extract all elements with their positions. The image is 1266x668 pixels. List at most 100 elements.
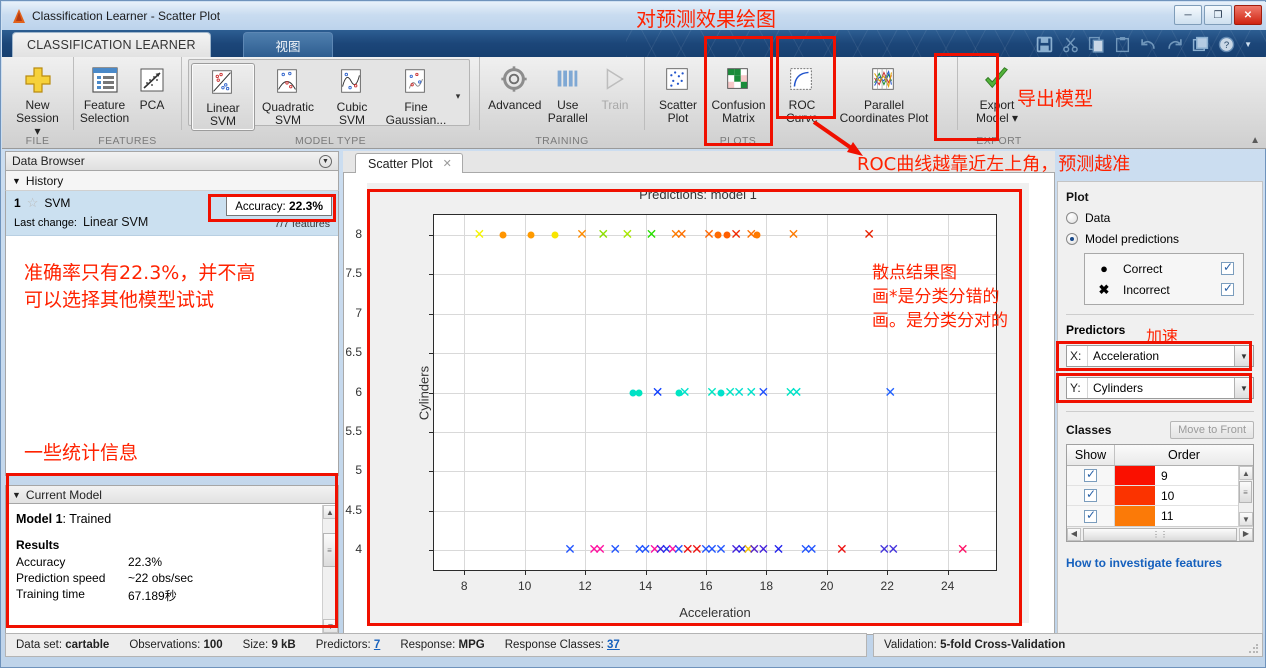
data-point-incorrect: ✕	[564, 542, 576, 559]
chevron-down-icon: ▼	[12, 489, 21, 500]
advanced-button[interactable]: Advanced	[486, 61, 544, 114]
scatter-plot-label: Scatter Plot	[658, 98, 697, 125]
x-axis-tick-label: 16	[699, 579, 713, 593]
y-axis-tick-mark	[429, 471, 434, 473]
scroll-up-icon[interactable]: ▲	[1239, 466, 1253, 480]
quadratic-svm-button[interactable]: Quadratic SVM	[255, 63, 321, 129]
status-item-value: 9 kB	[271, 639, 296, 651]
scroll-thumb[interactable]: ≡	[1239, 481, 1252, 503]
result-key: Prediction speed	[16, 571, 106, 585]
table-row[interactable]: 11	[1067, 506, 1238, 526]
cubic-svm-button[interactable]: Cubic SVM	[321, 63, 383, 129]
ribbon-group-plots: ScatterPlot ConfusionMatrix ROC Curve	[645, 57, 958, 147]
correct-marker-icon: ●	[1100, 261, 1108, 276]
checkbox-correct[interactable]	[1221, 260, 1234, 275]
data-browser-panel: Data Browser ▼ ▼ History 1 ☆ SVM Last ch…	[5, 151, 339, 635]
save-icon[interactable]	[1036, 36, 1053, 53]
history-item-1[interactable]: 1 ☆ SVM Last change: Linear SVM 7/7 feat…	[6, 191, 338, 236]
radio-button-icon[interactable]	[1066, 212, 1078, 224]
history-section-header[interactable]: ▼ History	[5, 171, 339, 191]
x-axis-tick-label: 20	[820, 579, 834, 593]
chevron-down-icon[interactable]: ▼	[1234, 346, 1253, 366]
scroll-down-icon[interactable]: ▼	[323, 619, 338, 633]
scroll-down-icon[interactable]: ▼	[1239, 512, 1253, 526]
gridline-horizontal	[434, 471, 996, 473]
minimize-button[interactable]: ─	[1174, 5, 1202, 25]
data-point-incorrect: ✕	[733, 384, 746, 401]
annotation-scatter-line3: 画。是分类分对的	[872, 311, 1008, 331]
annotation-stats: 一些统计信息	[24, 442, 139, 464]
class-color-swatch	[1115, 506, 1155, 526]
new-session-button[interactable]: New Session ▾	[8, 61, 67, 140]
y-predictor-select[interactable]: Y: Cylinders ▼	[1066, 377, 1254, 399]
use-parallel-button[interactable]: Use Parallel	[544, 61, 592, 127]
checkbox-class[interactable]	[1084, 508, 1097, 523]
scroll-left-icon[interactable]: ◀	[1067, 527, 1081, 541]
tab-scatter-plot[interactable]: Scatter Plot ✕	[355, 153, 463, 173]
divider	[1066, 314, 1254, 315]
classes-table: Show Order 9 10	[1066, 444, 1254, 542]
model-type-more-button[interactable]: ▾	[449, 63, 467, 130]
feature-selection-label: Feature Selection	[79, 98, 130, 125]
move-to-front-button[interactable]: Move to Front	[1170, 421, 1254, 439]
train-button[interactable]: Train	[592, 61, 638, 114]
pca-button[interactable]: PCA	[129, 61, 175, 114]
tab-view[interactable]: 视图	[243, 32, 333, 57]
how-to-investigate-features-link[interactable]: How to investigate features	[1066, 556, 1254, 570]
status-item-key: Response Classes:	[504, 639, 607, 651]
data-point-correct	[551, 231, 559, 239]
panel-splitter[interactable]	[339, 151, 343, 635]
help-icon[interactable]: ?	[1218, 36, 1235, 53]
incorrect-marker-icon: ✖	[1098, 281, 1110, 297]
parallel-coordinates-icon	[868, 64, 900, 96]
radio-model-predictions-label: Model predictions	[1085, 232, 1180, 246]
collapse-ribbon-button[interactable]: ▲	[1250, 135, 1260, 146]
radio-button-selected-icon[interactable]	[1066, 233, 1078, 245]
fine-gaussian-button[interactable]: Fine Gaussian...	[383, 63, 449, 129]
status-item-key: Observations:	[129, 639, 204, 651]
panel-options-icon[interactable]: ▼	[319, 154, 332, 168]
current-model-header[interactable]: ▼ Current Model	[5, 485, 339, 504]
roc-curve-button[interactable]: ROC Curve	[772, 61, 832, 127]
linear-svm-button[interactable]: Linear SVM	[191, 63, 255, 131]
confusion-matrix-button[interactable]: Confusion Matrix	[705, 61, 772, 127]
parallel-coordinates-button[interactable]: Parallel Coordinates Plot	[832, 61, 936, 127]
classes-horizontal-scrollbar[interactable]: ◀ ⋮⋮ ▶	[1067, 526, 1253, 541]
feature-selection-button[interactable]: Feature Selection	[80, 61, 129, 127]
close-icon[interactable]: ✕	[443, 157, 452, 170]
chevron-down-icon[interactable]: ▼	[1244, 40, 1252, 49]
radio-model-predictions[interactable]: Model predictions	[1066, 232, 1254, 246]
close-button[interactable]: ✕	[1234, 5, 1262, 25]
classes-vertical-scrollbar[interactable]: ▲ ≡ ▼	[1238, 466, 1253, 526]
scroll-right-icon[interactable]: ▶	[1239, 527, 1253, 541]
radio-data[interactable]: Data	[1066, 211, 1254, 225]
x-axis-tick-label: 10	[517, 579, 532, 593]
star-icon[interactable]: ☆	[27, 195, 39, 211]
table-row[interactable]: 9	[1067, 466, 1238, 486]
history-label: History	[25, 173, 64, 188]
x-axis-tick-mark	[887, 570, 889, 575]
tab-classification-learner[interactable]: CLASSIFICATION LEARNER	[12, 32, 211, 57]
checkbox-class[interactable]	[1084, 487, 1097, 502]
status-item-value[interactable]: 37	[607, 639, 620, 651]
resize-grip-icon[interactable]	[1248, 643, 1260, 655]
table-row[interactable]: 10	[1067, 486, 1238, 506]
maximize-button[interactable]: ❐	[1204, 5, 1232, 25]
status-item-value[interactable]: 7	[374, 639, 380, 651]
current-model-scrollbar[interactable]: ▲ ≡ ▼	[322, 505, 338, 633]
annotation-predictors: 加速	[1146, 327, 1179, 346]
fine-gaussian-label: Fine Gaussian...	[385, 100, 447, 127]
checkbox-incorrect[interactable]	[1221, 281, 1234, 296]
class-color-swatch	[1115, 466, 1155, 485]
title-bar: Classification Learner - Scatter Plot ─ …	[2, 2, 1266, 30]
roc-curve-icon	[786, 64, 818, 96]
data-point-incorrect: ✕	[745, 384, 758, 401]
x-predictor-select[interactable]: X: Acceleration ▼	[1066, 345, 1254, 367]
scatter-plot-button[interactable]: Scatter Plot	[651, 61, 705, 127]
fine-gaussian-icon	[400, 66, 432, 98]
result-value: ~22 obs/sec	[128, 571, 194, 585]
chevron-down-icon[interactable]: ▼	[1234, 378, 1253, 398]
checkbox-class[interactable]	[1084, 467, 1097, 482]
scroll-thumb[interactable]: ⋮⋮	[1083, 527, 1237, 541]
class-order-value: 10	[1161, 488, 1175, 503]
